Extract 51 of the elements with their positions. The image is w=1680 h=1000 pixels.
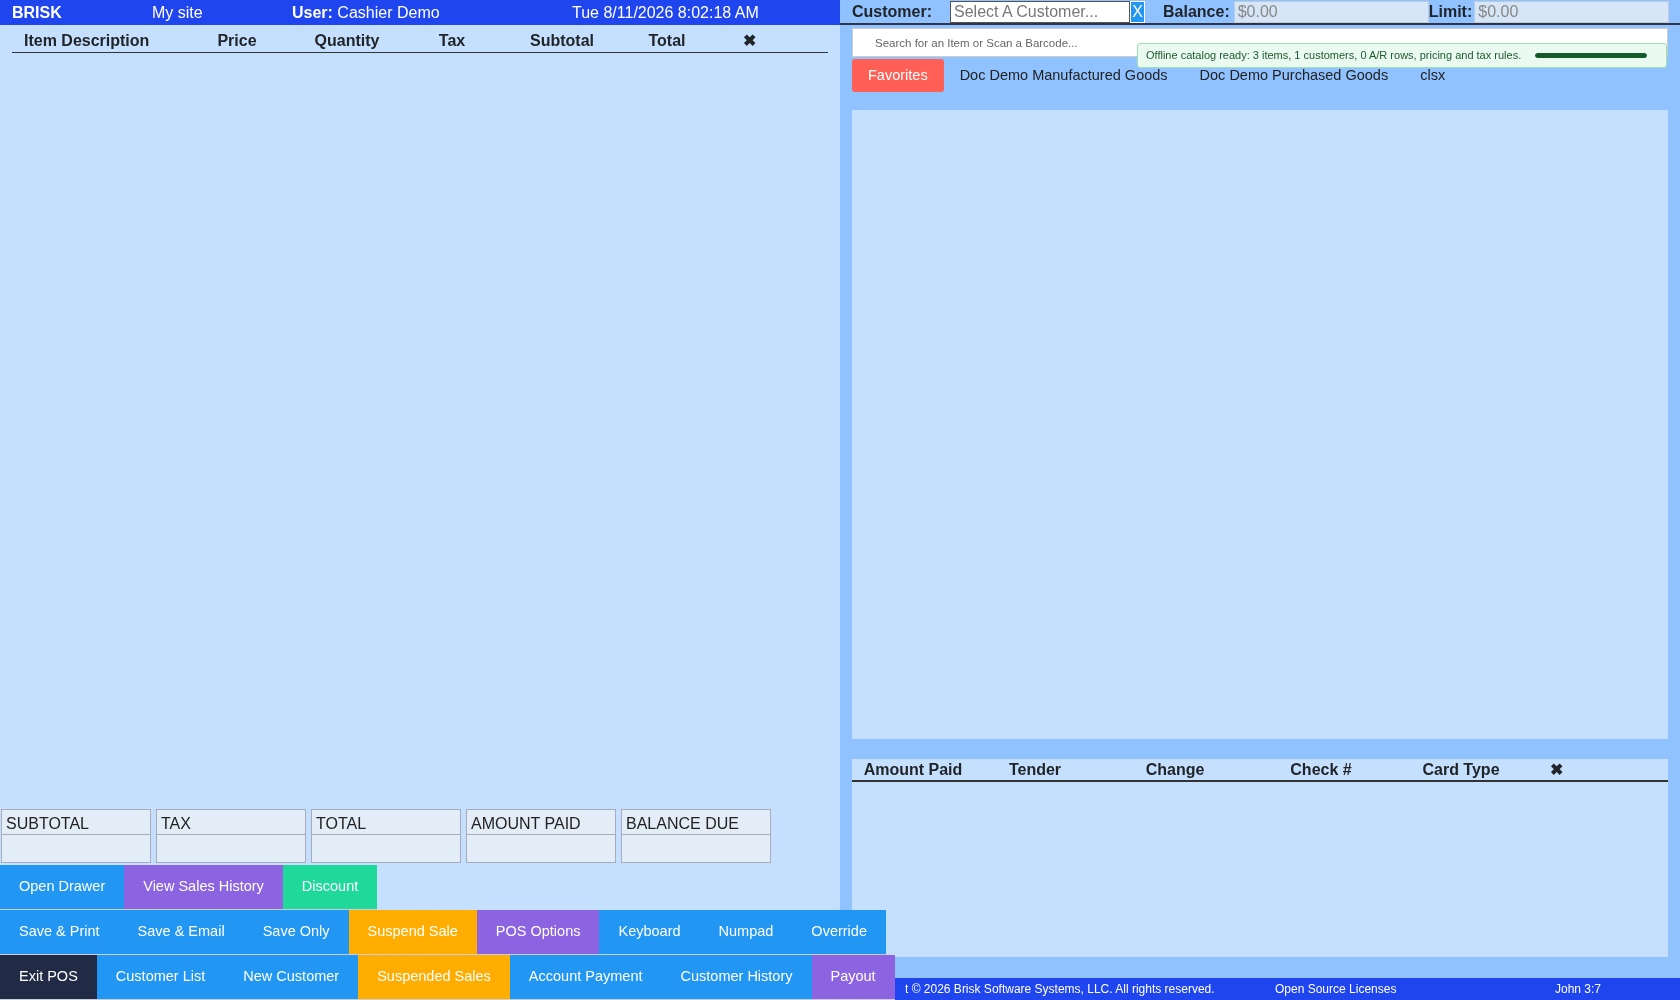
column-header: Tax — [437, 30, 467, 51]
column-header: ✖ — [1548, 759, 1564, 780]
verse-text: John 3:7 — [1555, 981, 1602, 998]
action-button[interactable]: Open Drawer — [0, 865, 125, 909]
category-tab[interactable]: Favorites — [852, 59, 944, 92]
action-button[interactable]: View Sales History — [124, 865, 283, 909]
limit-label: Limit: — [1428, 1, 1473, 22]
site-name: My site — [152, 2, 204, 23]
user-info: User: Cashier Demo — [292, 2, 441, 23]
column-header: Card Type — [1421, 759, 1501, 780]
action-button[interactable]: POS Options — [476, 910, 600, 954]
total-label: AMOUNT PAID — [467, 810, 615, 835]
copyright-text: t © 2026 Brisk Software Systems, LLC. All rights reserved. — [905, 981, 1216, 998]
customer-label: Customer: — [852, 1, 932, 22]
column-header: Total — [647, 30, 687, 51]
brand-logo: BRISK — [12, 2, 63, 23]
action-button[interactable]: New Customer — [224, 955, 359, 999]
column-header: Check # — [1289, 759, 1353, 780]
clear-customer-button[interactable]: X — [1130, 0, 1145, 23]
total-label: SUBTOTAL — [2, 810, 150, 835]
action-button[interactable]: Override — [792, 910, 886, 954]
total-label: TOTAL — [312, 810, 460, 835]
action-button[interactable]: Customer History — [661, 955, 812, 999]
action-button[interactable]: Save & Print — [0, 910, 119, 954]
action-button[interactable]: Suspend Sale — [348, 910, 477, 954]
customer-field[interactable]: Select A Customer... — [950, 0, 1130, 23]
column-header: Subtotal — [529, 30, 595, 51]
action-button[interactable]: Numpad — [699, 910, 793, 954]
licenses-link[interactable]: Open Source Licenses — [1275, 980, 1555, 998]
action-button[interactable]: Account Payment — [509, 955, 662, 999]
action-button[interactable]: Keyboard — [599, 910, 700, 954]
column-header: Tender — [1007, 759, 1063, 780]
total-label: TAX — [157, 810, 305, 835]
column-header: Change — [1144, 759, 1206, 780]
column-header: ✖ — [742, 30, 757, 51]
action-button[interactable]: Payout — [811, 955, 895, 999]
column-header: Amount Paid — [862, 759, 964, 780]
limit-field[interactable]: $0.00 — [1474, 0, 1670, 23]
column-header: Quantity — [313, 30, 381, 51]
balance-label: Balance: — [1163, 1, 1230, 22]
action-button[interactable]: Suspended Sales — [358, 955, 510, 999]
date-time: Tue 8/11/2026 8:02:18 AM — [572, 2, 759, 23]
action-button[interactable]: Customer List — [96, 955, 225, 999]
column-header: Item Description — [23, 30, 151, 51]
column-header: Price — [216, 30, 258, 51]
total-label: BALANCE DUE — [622, 810, 770, 835]
action-button[interactable]: Save Only — [243, 910, 349, 954]
action-button[interactable]: Exit POS — [0, 955, 97, 999]
action-button[interactable]: Save & Email — [118, 910, 244, 954]
action-button[interactable]: Discount — [282, 865, 378, 909]
balance-field[interactable]: $0.00 — [1233, 0, 1429, 23]
